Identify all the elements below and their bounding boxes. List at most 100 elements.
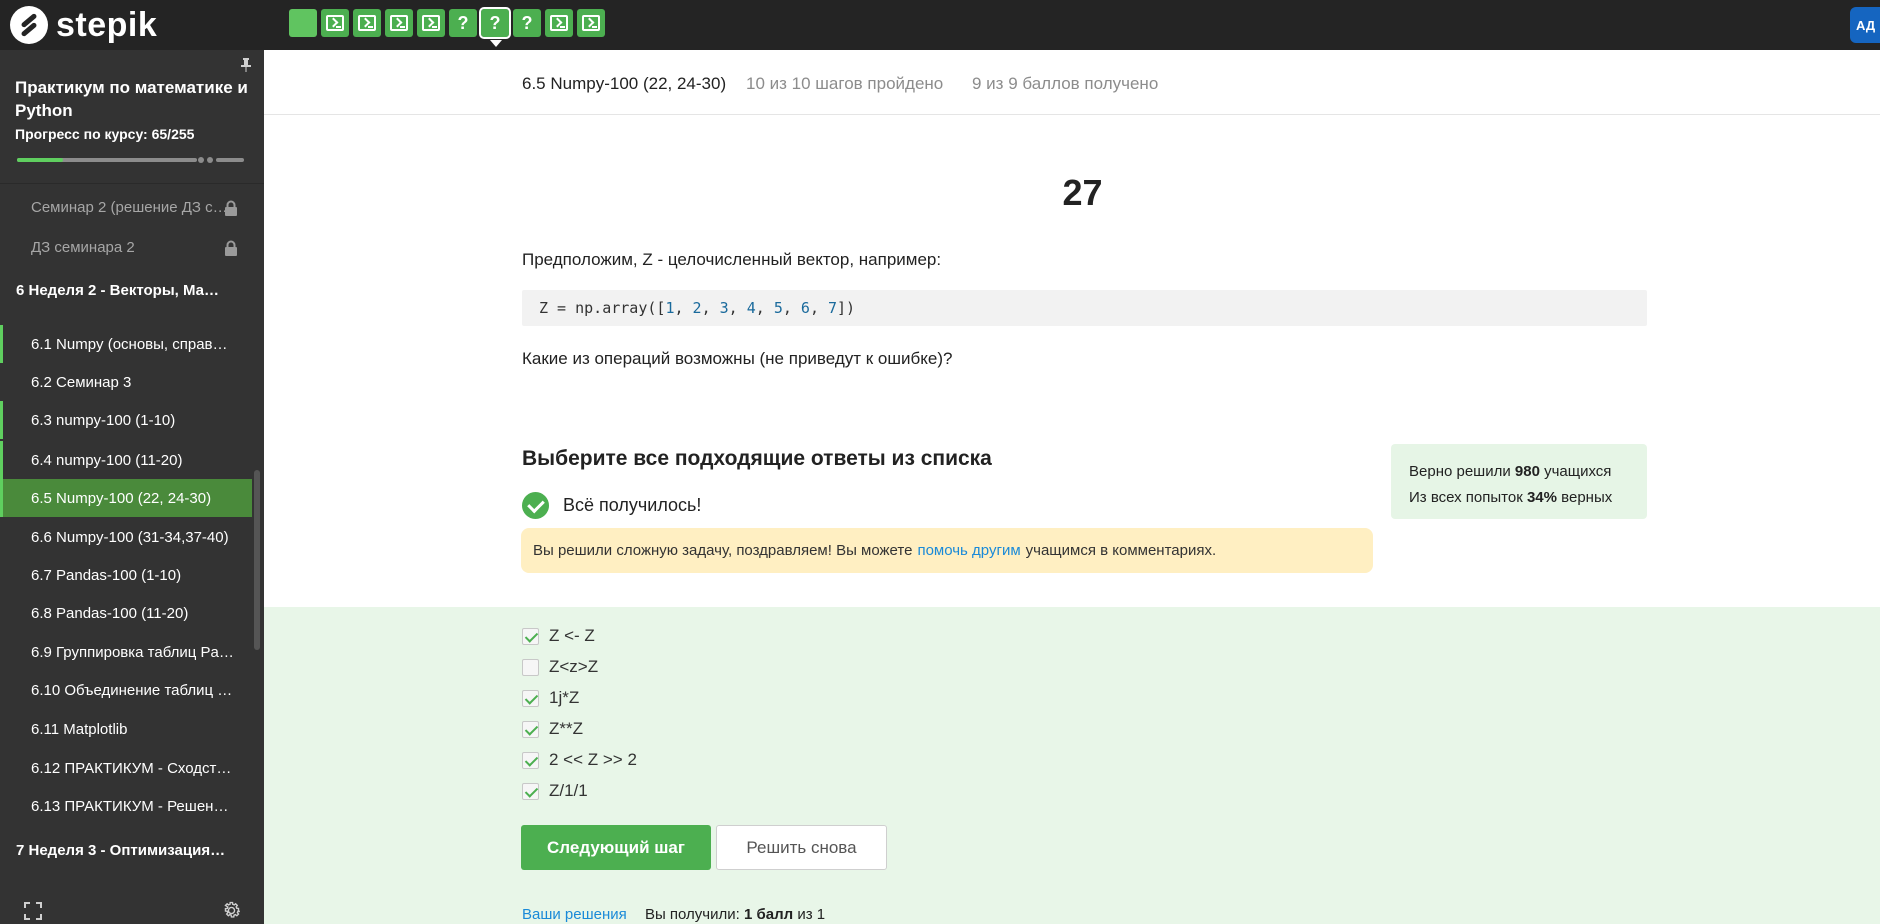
lesson-title: 6.5 Numpy-100 (22, 24-30) — [522, 74, 727, 93]
code-number: 3 — [719, 299, 729, 317]
lock-icon — [224, 240, 238, 256]
terminal-icon — [582, 15, 600, 31]
stats-solved-suffix: учащихся — [1544, 463, 1612, 480]
answer-checkbox[interactable] — [522, 720, 539, 738]
stats-attempts-prefix: Из всех попыток — [1409, 489, 1523, 506]
answer-option[interactable]: Z<z>Z — [522, 655, 598, 679]
stats-solved-row: Верно решили 980 учащихся — [1409, 459, 1647, 485]
step-prompt-intro: Предположим, Z - целочисленный вектор, н… — [522, 250, 942, 269]
step-nav-3[interactable] — [353, 9, 381, 37]
sidebar-module[interactable]: 6 Неделя 2 - Векторы, Ма… — [0, 270, 252, 310]
sidebar-lesson[interactable]: 6.3 numpy-100 (1-10) — [0, 401, 252, 439]
question-icon: ? — [521, 12, 533, 33]
terminal-icon — [422, 15, 440, 31]
sidebar-module[interactable]: 7 Неделя 3 - Оптимизация… — [0, 830, 252, 870]
help-others-link[interactable]: помочь другим — [917, 542, 1020, 559]
step-nav-2[interactable] — [321, 9, 349, 37]
step-number: 27 — [1062, 172, 1103, 213]
step-nav-6[interactable]: ? — [449, 9, 477, 37]
answer-checkbox[interactable] — [522, 689, 539, 707]
lesson-label: 6.7 Pandas-100 (1-10) — [31, 566, 182, 584]
quiz-title: Выберите все подходящие ответы из списка — [522, 447, 992, 470]
terminal-icon — [326, 15, 344, 31]
answer-option[interactable]: 1j*Z — [522, 686, 579, 710]
terminal-icon — [358, 15, 376, 31]
next-step-button[interactable]: Следующий шаг — [521, 825, 711, 870]
stepik-logo[interactable]: stepik — [10, 5, 157, 45]
step-nav-1[interactable] — [289, 9, 317, 37]
sidebar-lesson[interactable]: 6.2 Семинар 3 — [0, 363, 252, 401]
lesson-label: 6.6 Numpy-100 (31-34,37-40) — [31, 528, 229, 546]
sidebar-lesson[interactable]: 6.8 Pandas-100 (11-20) — [0, 594, 252, 632]
your-solutions-link[interactable]: Ваши решения — [522, 906, 627, 923]
hint-banner: Вы решили сложную задачу, поздравляем! В… — [521, 528, 1373, 573]
retry-button[interactable]: Решить снова — [716, 825, 887, 870]
answer-option[interactable]: Z <- Z — [522, 624, 595, 648]
terminal-icon — [550, 15, 568, 31]
sidebar-scrollbar[interactable] — [254, 470, 260, 650]
sidebar-lesson[interactable]: 6.5 Numpy-100 (22, 24-30) — [0, 479, 252, 517]
stats-attempts-suffix: верных — [1561, 489, 1613, 506]
answer-checkbox[interactable] — [522, 751, 539, 769]
sidebar-lesson[interactable]: 6.12 ПРАКТИКУМ - Сходст… — [0, 749, 252, 787]
step-nav-9[interactable] — [545, 9, 573, 37]
pin-icon[interactable] — [240, 58, 252, 72]
sidebar-lesson[interactable]: 6.13 ПРАКТИКУМ - Решени… — [0, 787, 252, 825]
answer-option[interactable]: Z/1/1 — [522, 779, 588, 803]
milestone-dash — [216, 158, 244, 162]
received-suffix: из 1 — [797, 906, 826, 923]
sidebar-lesson[interactable]: Семинар 2 (решение ДЗ с… — [0, 188, 252, 226]
answer-option[interactable]: 2 << Z >> 2 — [522, 748, 637, 772]
module-label: 6 Неделя 2 - Векторы, Ма… — [16, 281, 219, 299]
step-nav-7[interactable]: ? — [479, 7, 511, 47]
stepik-logo-icon — [10, 6, 48, 44]
stats-attempts-row: Из всех попыток 34% верных — [1409, 485, 1647, 511]
sidebar-lesson[interactable]: 6.11 Matplotlib — [0, 710, 252, 748]
lesson-steps-status: 10 из 10 шагов пройдено — [746, 74, 944, 93]
sidebar-lesson[interactable]: ДЗ семинара 2 — [0, 228, 252, 266]
success-message: Всё получилось! — [522, 492, 701, 519]
fullscreen-icon[interactable] — [24, 902, 42, 920]
top-bar: stepik ??? АД — [0, 0, 1880, 50]
sidebar-lesson[interactable]: 6.6 Numpy-100 (31-34,37-40) — [0, 518, 252, 556]
sidebar-lesson[interactable]: 6.1 Numpy (основы, справ… — [0, 325, 252, 363]
step-question: Какие из операций возможны (не приведут … — [522, 349, 953, 368]
code-block: Z = np.array([1, 2, 3, 4, 5, 6, 7]) — [522, 290, 1647, 326]
sidebar-lesson[interactable]: 6.7 Pandas-100 (1-10) — [0, 556, 252, 594]
stats-panel: Верно решили 980 учащихся Из всех попыто… — [1391, 444, 1647, 519]
step-nav-8[interactable]: ? — [513, 9, 541, 37]
code-number: 2 — [692, 299, 702, 317]
terminal-icon — [390, 15, 408, 31]
brand-name: stepik — [56, 5, 158, 44]
answer-checkbox[interactable] — [522, 782, 539, 800]
answer-label: Z<z>Z — [549, 657, 599, 676]
lesson-label: 6.2 Семинар 3 — [31, 373, 132, 391]
sidebar-lesson[interactable]: 6.10 Объединение таблиц … — [0, 671, 252, 709]
answer-label: 1j*Z — [549, 688, 580, 707]
answer-checkbox[interactable] — [522, 658, 539, 676]
success-text: Всё получилось! — [563, 495, 702, 515]
answer-option[interactable]: Z**Z — [522, 717, 583, 741]
answer-label: 2 << Z >> 2 — [549, 750, 637, 769]
course-progress-label: Прогресс по курсу: 65/255 — [15, 126, 195, 142]
sidebar-lesson[interactable]: 6.9 Группировка таблиц Pa… — [0, 633, 252, 671]
step-navigation: ??? — [289, 7, 605, 47]
question-icon: ? — [489, 12, 501, 33]
sidebar-lesson[interactable]: 6.4 numpy-100 (11-20) — [0, 441, 252, 479]
lesson-label: 6.12 ПРАКТИКУМ - Сходст… — [31, 759, 232, 777]
lock-icon — [224, 200, 238, 216]
lesson-label: Семинар 2 (решение ДЗ с… — [31, 198, 228, 216]
step-nav-10[interactable] — [577, 9, 605, 37]
course-title[interactable]: Практикум по математике и Python — [15, 76, 250, 122]
step-nav-5[interactable] — [417, 9, 445, 37]
sidebar-divider — [0, 183, 264, 184]
answer-label: Z <- Z — [549, 626, 595, 645]
lesson-label: 6.3 numpy-100 (1-10) — [31, 411, 176, 429]
answer-checkbox[interactable] — [522, 627, 539, 645]
lesson-label: 6.5 Numpy-100 (22, 24-30) — [31, 489, 212, 507]
check-circle-icon — [522, 492, 549, 519]
step-nav-4[interactable] — [385, 9, 413, 37]
course-progress-fill — [17, 158, 63, 162]
gear-icon[interactable] — [221, 900, 242, 921]
user-avatar[interactable]: АД — [1850, 7, 1880, 43]
